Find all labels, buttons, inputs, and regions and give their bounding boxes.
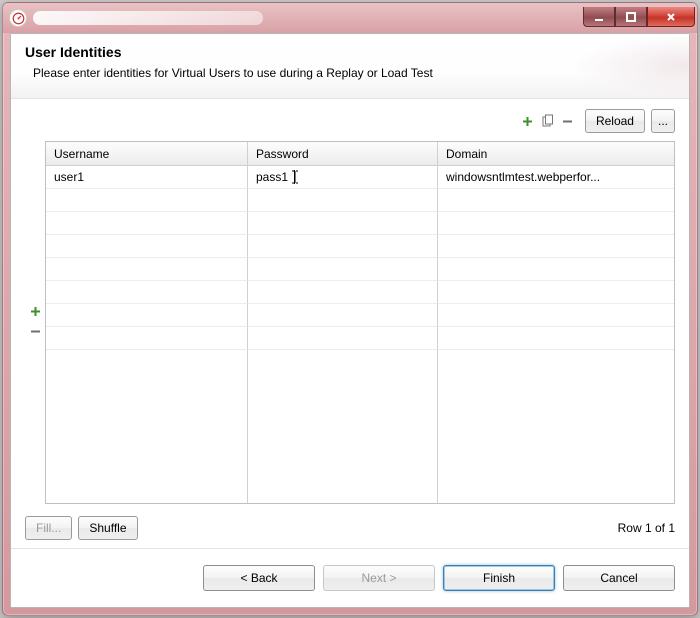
finish-button[interactable]: Finish (443, 565, 555, 591)
titlebar[interactable] (3, 3, 697, 33)
copy-icon[interactable] (539, 112, 557, 130)
cancel-button[interactable]: Cancel (563, 565, 675, 591)
add-icon[interactable] (519, 112, 537, 130)
close-button[interactable] (647, 7, 695, 27)
app-icon (9, 9, 27, 27)
table-row[interactable]: user1 pass1 windowsntlmtest.webperfor... (46, 166, 674, 189)
minimize-button[interactable] (583, 7, 615, 27)
cell-username[interactable]: user1 (46, 166, 248, 189)
wizard-buttons: < Back Next > Finish Cancel (11, 548, 689, 607)
title-text (33, 11, 263, 25)
back-button[interactable]: < Back (203, 565, 315, 591)
add-row-icon[interactable] (30, 306, 41, 320)
text-cursor-icon (291, 170, 298, 184)
maximize-button[interactable] (615, 7, 647, 27)
column-username[interactable]: Username (46, 142, 248, 166)
fill-button[interactable]: Fill... (25, 516, 72, 540)
shuffle-button[interactable]: Shuffle (78, 516, 137, 540)
reload-button[interactable]: Reload (585, 109, 645, 133)
remove-row-icon[interactable] (30, 326, 41, 340)
identities-table[interactable]: Username Password Domain user1 pass1 win… (45, 141, 675, 504)
browse-button[interactable]: ... (651, 109, 675, 133)
column-domain[interactable]: Domain (438, 142, 674, 166)
toolbar: Reload ... (25, 109, 675, 133)
next-button[interactable]: Next > (323, 565, 435, 591)
remove-icon[interactable] (559, 112, 577, 130)
cell-password[interactable]: pass1 (248, 166, 438, 189)
wizard-header: User Identities Please enter identities … (11, 34, 689, 99)
dialog-window: User Identities Please enter identities … (2, 2, 698, 616)
column-password[interactable]: Password (248, 142, 438, 166)
cell-domain[interactable]: windowsntlmtest.webperfor... (438, 166, 674, 189)
row-status: Row 1 of 1 (618, 521, 675, 535)
